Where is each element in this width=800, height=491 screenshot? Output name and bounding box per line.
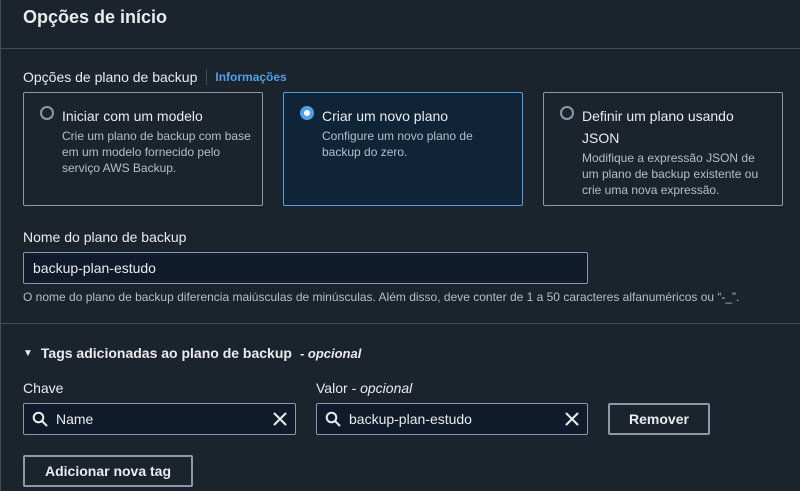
value-optional-label: - opcional [351, 380, 413, 396]
remove-tag-button[interactable]: Remover [608, 403, 710, 435]
backup-plan-options-label-row: Opções de plano de backup Informações [23, 69, 287, 85]
option-description-json: Modifique a expressão JSON de um plano d… [582, 151, 759, 197]
start-options-panel: Opções de início Opções de plano de back… [0, 0, 800, 491]
plan-name-hint: O nome do plano de backup diferencia mai… [23, 290, 740, 304]
section-divider [1, 323, 800, 324]
option-description-template: Crie um plano de backup com base em um m… [62, 129, 251, 175]
option-title-new-plan: Criar um novo plano [322, 108, 449, 124]
radio-new-plan[interactable] [300, 106, 314, 120]
caret-down-icon: ▼ [23, 347, 33, 359]
option-tile-template[interactable]: Iniciar com um modelo Crie um plano de b… [23, 92, 263, 206]
tags-section-title: Tags adicionadas ao plano de backup [40, 345, 292, 361]
value-label-row: Valor - opcional [316, 380, 412, 396]
plan-name-value: backup-plan-estudo [33, 260, 156, 276]
option-title-json: Definir um plano usando JSON [582, 108, 734, 146]
search-icon [32, 411, 48, 427]
tag-key-input[interactable]: Name [23, 403, 296, 435]
plan-name-label: Nome do plano de backup [23, 229, 187, 245]
backup-plan-options-label: Opções de plano de backup [23, 69, 198, 85]
info-link[interactable]: Informações [215, 70, 286, 84]
clear-icon[interactable] [565, 412, 579, 426]
key-label: Chave [23, 380, 64, 396]
tags-expander[interactable]: ▼ Tags adicionadas ao plano de backup - … [23, 345, 361, 361]
label-divider [206, 69, 208, 85]
option-tile-json[interactable]: Definir um plano usando JSON Modifique a… [543, 92, 783, 206]
panel-header: Opções de início [1, 0, 800, 49]
option-tile-new-plan[interactable]: Criar um novo plano Configure um novo pl… [283, 92, 523, 206]
value-label: Valor [316, 380, 348, 396]
plan-name-input[interactable]: backup-plan-estudo [23, 252, 588, 284]
search-icon [325, 411, 341, 427]
tag-value-input[interactable]: backup-plan-estudo [316, 403, 588, 435]
tag-key-value: Name [56, 411, 94, 427]
option-title-template: Iniciar com um modelo [62, 108, 203, 124]
clear-icon[interactable] [273, 412, 287, 426]
tags-optional-label: - opcional [299, 345, 362, 361]
radio-template[interactable] [40, 106, 54, 120]
tag-value-value: backup-plan-estudo [349, 411, 472, 427]
radio-json[interactable] [560, 106, 574, 120]
option-description-new-plan: Configure um novo plano de backup do zer… [322, 129, 473, 159]
add-tag-button[interactable]: Adicionar nova tag [23, 455, 193, 487]
page-title: Opções de início [23, 7, 168, 27]
